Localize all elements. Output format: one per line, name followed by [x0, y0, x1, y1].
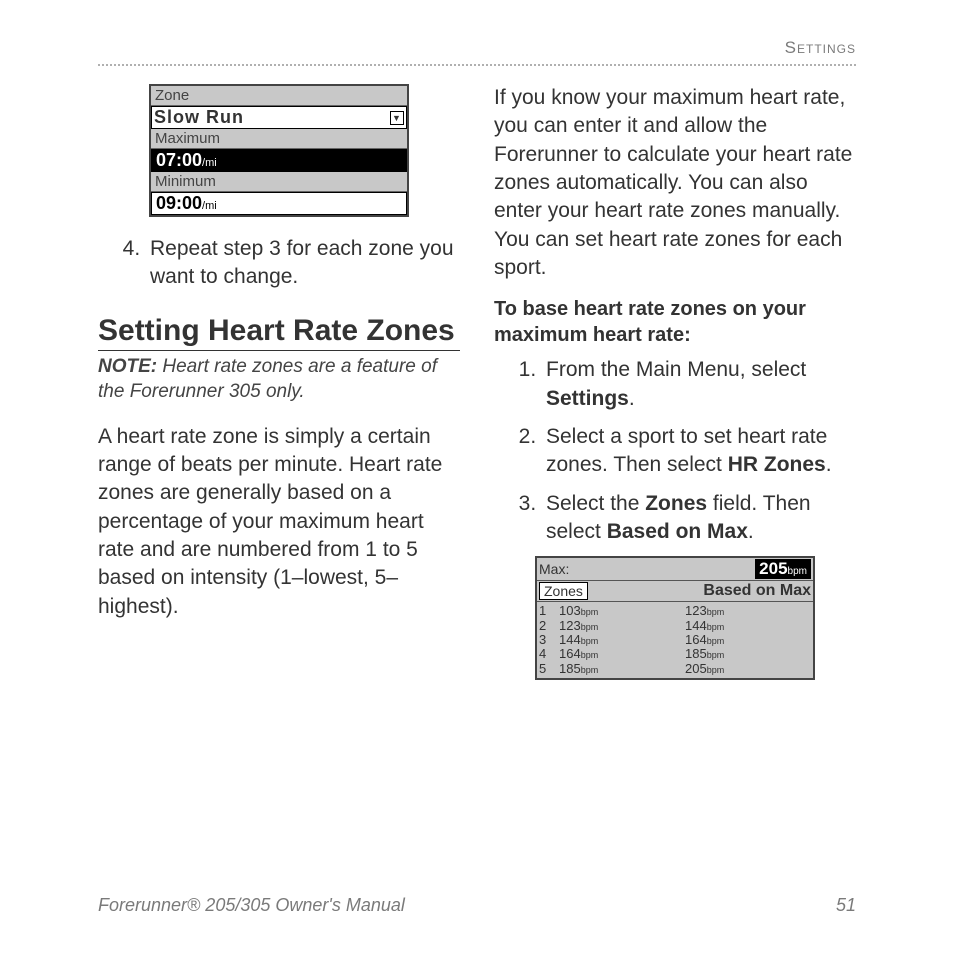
dropdown-arrow-icon: ▼: [390, 111, 404, 125]
min-time: 09:00: [156, 193, 202, 213]
left-column: Zone Slow Run ▼ Maximum 07:00/mi Minimum…: [98, 84, 460, 680]
max-label: Max:: [539, 561, 569, 577]
zone-high: 164bpm: [685, 633, 811, 647]
footer: Forerunner® 205/305 Owner's Manual 51: [98, 895, 856, 916]
s1a: From the Main Menu, select: [546, 358, 806, 381]
zone-num: 2: [539, 619, 559, 633]
s2c: .: [826, 453, 832, 476]
max-unit: /mi: [202, 157, 217, 169]
max-time: 07:00: [156, 150, 202, 170]
zone-num: 1: [539, 604, 559, 618]
zone-low: 144bpm: [559, 633, 685, 647]
step-3: Select the Zones field. Then select Base…: [542, 490, 856, 547]
right-column: If you know your maximum heart rate, you…: [494, 84, 856, 680]
zones-label: Zones: [539, 582, 588, 600]
header-rule: [98, 64, 856, 66]
zone-high: 205bpm: [685, 662, 811, 676]
s3d: Based on Max: [607, 520, 748, 543]
min-unit: /mi: [202, 200, 217, 212]
minimum-value: 09:00/mi: [151, 192, 407, 215]
s2b: HR Zones: [728, 453, 826, 476]
minimum-label: Minimum: [151, 172, 407, 192]
s3b: Zones: [645, 492, 707, 515]
zone-low: 123bpm: [559, 619, 685, 633]
zone-high: 123bpm: [685, 604, 811, 618]
zone-low: 103bpm: [559, 604, 685, 618]
intro-paragraph: If you know your maximum heart rate, you…: [494, 84, 856, 282]
s1b: Settings: [546, 387, 629, 410]
step-4: Repeat step 3 for each zone you want to …: [146, 235, 460, 292]
zone-low: 164bpm: [559, 647, 685, 661]
page-number: 51: [836, 895, 856, 916]
maximum-label: Maximum: [151, 129, 407, 149]
maximum-value: 07:00/mi: [151, 149, 407, 172]
zone-dropdown: Slow Run ▼: [151, 106, 407, 129]
note-label: NOTE:: [98, 356, 157, 377]
hr-zone-paragraph: A heart rate zone is simply a certain ra…: [98, 423, 460, 621]
note: NOTE: Heart rate zones are a feature of …: [98, 355, 460, 404]
based-on-max-label: Based on Max: [703, 582, 811, 600]
zone-value: Slow Run: [154, 107, 244, 128]
s3e: .: [748, 520, 754, 543]
section-header: Settings: [98, 38, 856, 64]
zone-label: Zone: [151, 86, 407, 106]
s3a: Select the: [546, 492, 645, 515]
zone-num: 4: [539, 647, 559, 661]
zone-high: 185bpm: [685, 647, 811, 661]
procedure-lead: To base heart rate zones on your maximum…: [494, 296, 856, 348]
max-bpm-value: 205bpm: [755, 559, 811, 579]
steps-list-right: From the Main Menu, select Settings. Sel…: [494, 356, 856, 546]
zone-low: 185bpm: [559, 662, 685, 676]
device-screenshot-hr-zones: Max: 205bpm Zones Based on Max 1 2 3 4: [535, 556, 815, 679]
zone-high: 144bpm: [685, 619, 811, 633]
zone-num: 5: [539, 662, 559, 676]
step-1: From the Main Menu, select Settings.: [542, 356, 856, 413]
max-bpm-number: 205: [759, 559, 787, 578]
heading-setting-hr-zones: Setting Heart Rate Zones: [98, 314, 460, 352]
steps-list-left: Repeat step 3 for each zone you want to …: [98, 235, 460, 292]
zone-num: 3: [539, 633, 559, 647]
zones-table: 1 2 3 4 5 103bpm 123bpm 144bpm 164bpm 18…: [537, 602, 813, 677]
step-2: Select a sport to set heart rate zones. …: [542, 423, 856, 480]
device-screenshot-zone: Zone Slow Run ▼ Maximum 07:00/mi Minimum…: [149, 84, 409, 217]
max-bpm-unit: bpm: [788, 566, 807, 577]
s1c: .: [629, 387, 635, 410]
footer-title: Forerunner® 205/305 Owner's Manual: [98, 895, 405, 916]
